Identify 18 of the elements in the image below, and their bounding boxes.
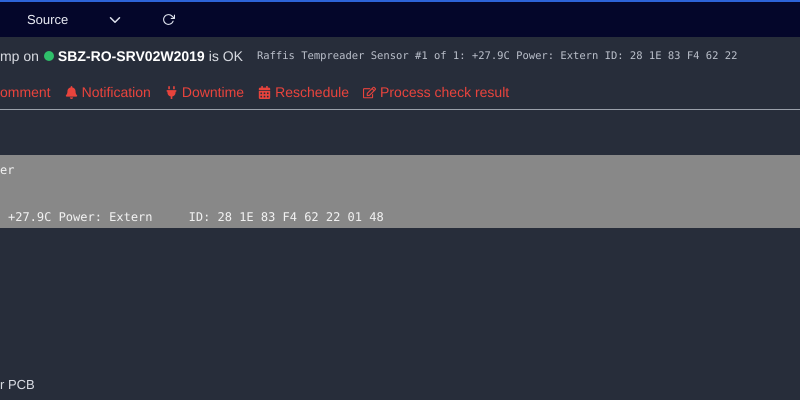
host-name[interactable]: SBZ-RO-SRV02W2019 <box>58 48 205 64</box>
status-text: is OK <box>208 48 243 64</box>
plug-icon <box>164 86 178 98</box>
action-link[interactable]: Notification <box>64 84 151 100</box>
status-prefix: mp on <box>0 48 39 64</box>
action-link[interactable]: Process check result <box>363 84 510 100</box>
edit-icon <box>363 86 376 98</box>
bell-icon <box>64 86 78 98</box>
action-link[interactable]: Reschedule <box>258 84 350 100</box>
output-line: er <box>0 163 16 177</box>
source-menu[interactable]: Source <box>27 12 68 27</box>
calendar-icon <box>258 86 272 98</box>
action-link[interactable]: Downtime <box>164 84 244 100</box>
plugin-output: Raffis Tempreader Sensor #1 of 1: +27.9C Power: Extern ID: 28 1E 83 F4 62 22 <box>256 50 738 62</box>
refresh-icon[interactable] <box>162 13 176 26</box>
action-link[interactable]: omment <box>0 84 51 100</box>
footer-text: r PCB <box>0 377 35 392</box>
output-line: +27.9C Power: Extern ID: 28 1E 83 F4 62 22 01 48 <box>7 210 385 224</box>
